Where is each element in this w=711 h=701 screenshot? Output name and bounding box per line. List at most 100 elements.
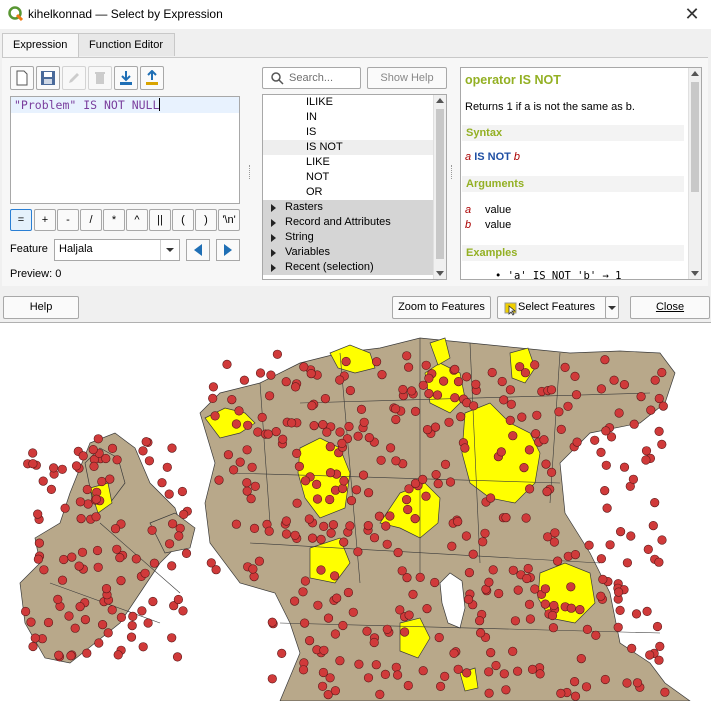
feature-point[interactable] [173, 594, 183, 605]
export-button[interactable] [140, 66, 164, 90]
feature-point[interactable] [430, 577, 440, 588]
feature-point[interactable] [165, 539, 175, 549]
feature-point[interactable] [410, 514, 420, 524]
feature-point[interactable] [33, 509, 43, 519]
feature-point[interactable] [645, 650, 655, 660]
tree-group-variables[interactable]: Variables [263, 245, 433, 260]
feature-point[interactable] [305, 636, 315, 646]
tree-group-string[interactable]: String [263, 230, 433, 245]
feature-point[interactable] [287, 418, 297, 428]
feature-point[interactable] [345, 385, 356, 396]
feature-point[interactable] [513, 585, 523, 595]
list-item[interactable]: IS [263, 125, 433, 140]
feature-point[interactable] [147, 525, 157, 535]
feature-point[interactable] [167, 633, 177, 643]
feature-point[interactable] [600, 355, 610, 365]
expand-arrow-icon[interactable] [271, 249, 276, 257]
feature-point[interactable] [290, 530, 300, 540]
feature-point[interactable] [542, 487, 552, 497]
import-button[interactable] [114, 66, 138, 90]
feature-point[interactable] [421, 360, 431, 370]
chevron-down-icon[interactable] [160, 240, 179, 260]
feature-point[interactable] [487, 367, 497, 378]
feature-point[interactable] [76, 514, 86, 524]
feature-point[interactable] [38, 476, 48, 486]
feature-point[interactable] [508, 646, 518, 657]
feature-point[interactable] [148, 596, 158, 607]
feature-point[interactable] [28, 448, 38, 458]
feature-point[interactable] [527, 664, 538, 675]
feature-point[interactable] [501, 513, 511, 523]
expand-arrow-icon[interactable] [271, 264, 276, 272]
tree-group-record-and-attributes[interactable]: Record and Attributes [263, 215, 433, 230]
feature-point[interactable] [461, 531, 472, 541]
feature-point[interactable] [497, 376, 507, 387]
feature-point[interactable] [116, 612, 126, 623]
feature-point[interactable] [320, 393, 331, 404]
feature-point[interactable] [257, 412, 267, 422]
expand-arrow-icon[interactable] [271, 234, 276, 242]
feature-point[interactable] [345, 521, 355, 531]
feature-point[interactable] [560, 362, 570, 373]
feature-point[interactable] [162, 462, 172, 472]
feature-point[interactable] [540, 584, 551, 594]
feature-point[interactable] [469, 401, 479, 411]
feature-point[interactable] [657, 439, 667, 449]
feature-point[interactable] [434, 632, 444, 643]
feature-point[interactable] [546, 385, 557, 395]
feature-point[interactable] [445, 477, 456, 487]
feature-point[interactable] [307, 401, 317, 411]
feature-point[interactable] [475, 616, 485, 626]
feature-point[interactable] [290, 382, 301, 392]
feature-point[interactable] [89, 461, 99, 471]
feature-point[interactable] [107, 605, 117, 615]
feature-point[interactable] [53, 594, 63, 605]
feature-point[interactable] [242, 445, 252, 455]
list-item-selected[interactable]: IS NOT [263, 140, 433, 155]
feature-point[interactable] [127, 621, 137, 631]
feature-point[interactable] [570, 691, 581, 701]
feature-combo[interactable]: Haljala [54, 239, 180, 261]
feature-point[interactable] [491, 660, 501, 671]
feature-point[interactable] [322, 427, 332, 437]
feature-point[interactable] [358, 470, 369, 480]
feature-point[interactable] [168, 519, 178, 529]
operator-open-paren-button[interactable]: ( [172, 209, 194, 231]
feature-point[interactable] [306, 368, 316, 379]
feature-point[interactable] [351, 485, 362, 495]
feature-point[interactable] [453, 376, 464, 387]
feature-point[interactable] [344, 421, 354, 432]
feature-point[interactable] [524, 599, 535, 610]
feature-point[interactable] [646, 405, 656, 415]
feature-point[interactable] [407, 386, 417, 396]
feature-point[interactable] [471, 379, 481, 389]
feature-point[interactable] [550, 528, 560, 538]
feature-point[interactable] [346, 496, 357, 506]
feature-point[interactable] [447, 541, 457, 551]
feature-point[interactable] [421, 491, 431, 501]
next-feature-button[interactable] [216, 239, 240, 261]
feature-point[interactable] [222, 359, 232, 370]
feature-point[interactable] [404, 362, 414, 372]
feature-point[interactable] [393, 670, 403, 680]
feature-point[interactable] [614, 408, 624, 418]
list-item[interactable]: ILIKE [263, 95, 433, 110]
feature-point[interactable] [499, 669, 509, 679]
operator-equals-button[interactable]: = [10, 209, 32, 231]
feature-point[interactable] [563, 401, 573, 411]
feature-point[interactable] [570, 550, 581, 560]
feature-point[interactable] [569, 677, 580, 687]
feature-point[interactable] [660, 687, 670, 697]
feature-point[interactable] [626, 531, 636, 541]
feature-point[interactable] [613, 622, 623, 632]
operator-concat-button[interactable]: || [149, 209, 171, 231]
select-features-dropdown[interactable] [605, 296, 619, 319]
feature-point[interactable] [548, 623, 559, 633]
feature-point[interactable] [450, 364, 460, 375]
feature-point[interactable] [581, 682, 592, 692]
feature-point[interactable] [313, 600, 323, 610]
feature-point[interactable] [208, 382, 218, 392]
feature-point[interactable] [450, 393, 460, 403]
feature-point[interactable] [596, 554, 607, 564]
feature-point[interactable] [631, 609, 642, 619]
